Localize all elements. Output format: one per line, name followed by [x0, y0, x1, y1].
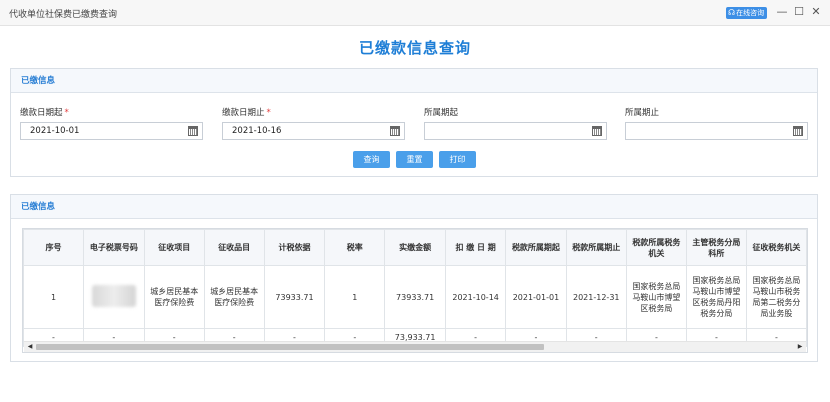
redacted-ticket-number — [91, 284, 136, 307]
column-header[interactable]: 计税依据 — [263, 229, 326, 266]
reset-button[interactable]: 重置 — [396, 151, 433, 168]
calendar-icon[interactable] — [390, 126, 400, 136]
table-cell: 城乡居民基本医疗保险费 — [203, 265, 265, 329]
scroll-left-icon[interactable]: ◀ — [25, 342, 35, 352]
calendar-icon[interactable] — [793, 126, 803, 136]
date-to-input[interactable]: 2021-10-16 — [222, 122, 405, 140]
online-consult-label: 在线咨询 — [736, 9, 765, 17]
close-icon[interactable]: ✕ — [809, 5, 823, 19]
scroll-right-icon[interactable]: ▶ — [795, 342, 805, 352]
filter-panel: 已缴信息 缴款日期起 * 2021-10-01 缴款日期止 * 2021-10-16… — [10, 68, 818, 177]
headset-icon: ☊ — [728, 8, 736, 17]
table-row[interactable]: 1 城乡居民基本医疗保险费 城乡居民基本医疗保险费 73933.71 1 739… — [23, 265, 807, 329]
period-to-label: 所属期止 — [625, 108, 660, 118]
query-button[interactable]: 查询 — [353, 151, 390, 168]
table-cell: 1 — [23, 265, 84, 329]
table-cell: 73933.71 — [263, 265, 326, 329]
calendar-icon[interactable] — [592, 126, 602, 136]
result-grid: 序号 电子税票号码 征收项目 征收品目 计税依据 税率 实缴金额 扣 缴 日 期… — [22, 228, 808, 353]
table-cell: 城乡居民基本医疗保险费 — [143, 265, 205, 329]
column-header[interactable]: 扣 缴 日 期 — [444, 229, 507, 266]
column-header[interactable]: 税款所属期止 — [565, 229, 627, 266]
table-cell: 国家税务总局马鞍山市博望区税务局丹阳税务分局 — [685, 265, 747, 329]
period-to-input[interactable] — [625, 122, 808, 140]
period-from-input[interactable] — [424, 122, 607, 140]
window-titlebar: 代收单位社保费已缴费查询 ☊ 在线咨询 — ☐ ✕ — [0, 0, 830, 26]
column-header[interactable]: 税款所属期起 — [505, 229, 567, 266]
date-to-label: 缴款日期止 * — [222, 108, 271, 118]
scroll-thumb[interactable] — [36, 344, 544, 350]
table-cell: 2021-10-14 — [444, 265, 507, 329]
period-from-label: 所属期起 — [424, 108, 459, 118]
column-header[interactable]: 征收品目 — [203, 229, 265, 266]
table-cell: 国家税务总局马鞍山市税务局第二税务分局业务股 — [745, 265, 807, 329]
result-panel-header: 已缴信息 — [11, 195, 817, 219]
window-title: 代收单位社保费已缴费查询 — [9, 10, 118, 20]
column-header[interactable]: 征收项目 — [143, 229, 205, 266]
table-cell: 2021-01-01 — [505, 265, 567, 329]
result-panel: 已缴信息 序号 电子税票号码 征收项目 征收品目 计税依据 税率 实缴金额 扣 … — [10, 194, 818, 362]
result-table: 序号 电子税票号码 征收项目 征收品目 计税依据 税率 实缴金额 扣 缴 日 期… — [23, 229, 807, 347]
column-header[interactable]: 税率 — [324, 229, 386, 266]
column-header[interactable]: 电子税票号码 — [82, 229, 145, 266]
maximize-icon[interactable]: ☐ — [792, 5, 806, 19]
table-cell — [82, 265, 145, 329]
online-consult-button[interactable]: ☊ 在线咨询 — [726, 7, 768, 19]
column-header[interactable]: 实缴金额 — [384, 229, 446, 266]
table-cell: 73933.71 — [384, 265, 446, 329]
column-header[interactable]: 征收税务机关 — [745, 229, 807, 266]
column-header[interactable]: 主管税务分局科所 — [685, 229, 747, 266]
filter-panel-header: 已缴信息 — [11, 69, 817, 93]
date-from-input[interactable]: 2021-10-01 — [20, 122, 203, 140]
page-title: 已缴款信息查询 — [358, 39, 471, 57]
table-cell: 国家税务总局马鞍山市博望区税务局 — [625, 265, 687, 329]
column-header[interactable]: 序号 — [23, 229, 84, 266]
calendar-icon[interactable] — [188, 126, 198, 136]
table-header-row: 序号 电子税票号码 征收项目 征收品目 计税依据 税率 实缴金额 扣 缴 日 期… — [23, 229, 807, 266]
date-from-label: 缴款日期起 * — [20, 108, 69, 118]
table-cell: 2021-12-31 — [565, 265, 627, 329]
horizontal-scrollbar[interactable]: ◀ ▶ — [24, 341, 806, 352]
minimize-icon[interactable]: — — [775, 5, 789, 19]
column-header[interactable]: 税款所属税务机关 — [625, 229, 687, 266]
table-cell: 1 — [324, 265, 386, 329]
print-button[interactable]: 打印 — [439, 151, 476, 168]
